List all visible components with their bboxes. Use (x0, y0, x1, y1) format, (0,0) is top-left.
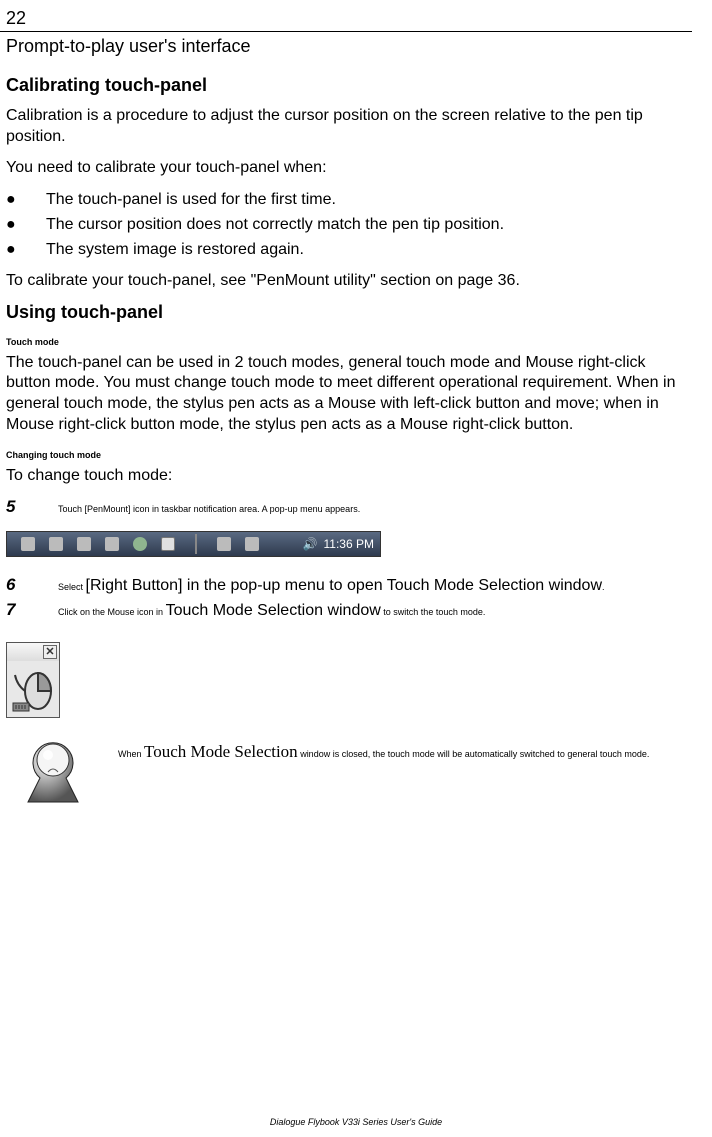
note-text: When Touch Mode Selection window is clos… (118, 738, 649, 762)
mouse-icon (11, 665, 55, 713)
clock-text: 11:36 PM (324, 537, 374, 551)
paragraph: Calibration is a procedure to adjust the… (0, 106, 692, 148)
tray-icon (49, 537, 63, 551)
list-item-text: The touch-panel is used for the first ti… (46, 188, 336, 213)
volume-icon: 🔊 (303, 537, 318, 551)
step-7: 7 Click on the Mouse icon in Touch Mode … (0, 600, 692, 622)
taskbar-screenshot: 🔊 11:36 PM (6, 531, 381, 557)
tray-icon (105, 537, 119, 551)
list-item: ●The system image is restored again. (6, 238, 692, 263)
paragraph: The touch-panel can be used in 2 touch m… (0, 353, 692, 436)
paragraph: To change touch mode: (0, 466, 692, 487)
tray-icon (77, 537, 91, 551)
step-text: Select [Right Button] in the pop-up menu… (58, 576, 605, 597)
separator (195, 534, 197, 554)
tray-icon (217, 537, 231, 551)
heading-calibrating: Calibrating touch-panel (0, 75, 692, 96)
window-titlebar: ✕ (7, 643, 59, 661)
step-number: 7 (6, 600, 58, 620)
paragraph: To calibrate your touch-panel, see "PenM… (0, 271, 692, 292)
taskbar-clock: 🔊 11:36 PM (303, 537, 374, 551)
subheading-touch-mode: Touch mode (0, 337, 692, 347)
lightbulb-icon (18, 738, 88, 808)
header-rule (0, 31, 692, 32)
close-icon: ✕ (43, 645, 57, 659)
heading-using: Using touch-panel (0, 302, 692, 323)
page-number: 22 (0, 8, 692, 29)
list-item: ●The cursor position does not correctly … (6, 213, 692, 238)
step-6: 6 Select [Right Button] in the pop-up me… (0, 575, 692, 597)
note-box: When Touch Mode Selection window is clos… (0, 738, 692, 808)
tray-icon (133, 537, 147, 551)
list-item-text: The cursor position does not correctly m… (46, 213, 504, 238)
list-item: ●The touch-panel is used for the first t… (6, 188, 692, 213)
paragraph: You need to calibrate your touch-panel w… (0, 158, 692, 179)
bullet-list: ●The touch-panel is used for the first t… (0, 188, 692, 262)
tray-icon (245, 537, 259, 551)
step-text: Click on the Mouse icon in Touch Mode Se… (58, 601, 485, 622)
tray-icon (161, 537, 175, 551)
step-5: 5 Touch [PenMount] icon in taskbar notif… (0, 497, 692, 517)
step-number: 6 (6, 575, 58, 595)
step-number: 5 (6, 497, 58, 517)
chapter-title: Prompt-to-play user's interface (0, 36, 692, 57)
page-footer: Dialogue Flybook V33i Series User's Guid… (0, 1117, 712, 1127)
step-text: Touch [PenMount] icon in taskbar notific… (58, 504, 360, 516)
list-item-text: The system image is restored again. (46, 238, 304, 263)
tray-icon (21, 537, 35, 551)
touch-mode-window-screenshot: ✕ (6, 642, 60, 718)
subheading-changing: Changing touch mode (0, 450, 692, 460)
